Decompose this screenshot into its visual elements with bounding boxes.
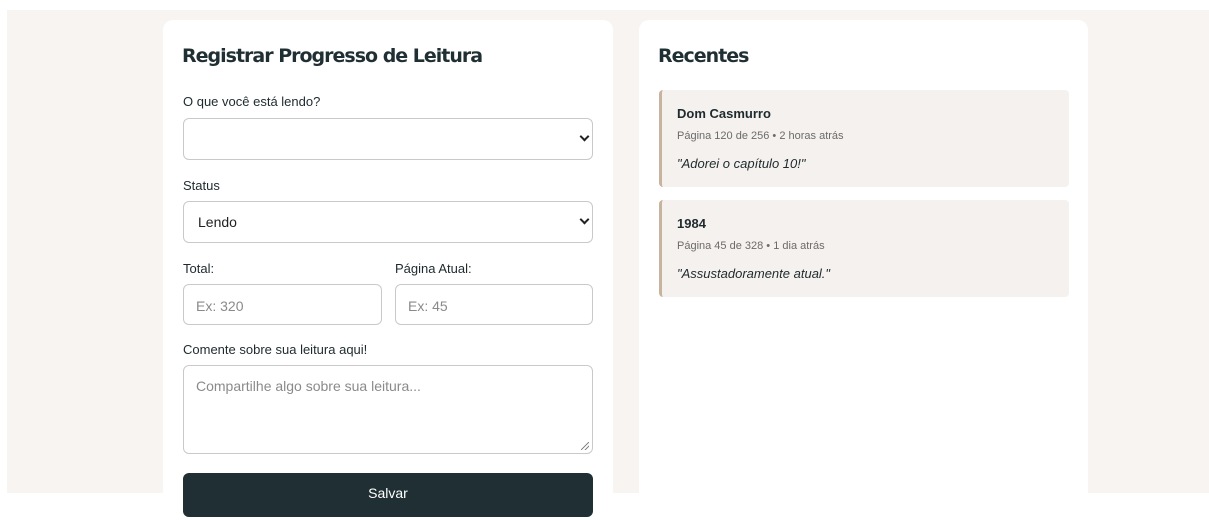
recent-item-meta: Página 120 de 256 • 2 horas atrás <box>677 130 844 142</box>
resize-handle-icon[interactable] <box>581 442 589 450</box>
total-pages-placeholder: Ex: 320 <box>196 298 244 314</box>
total-pages-input[interactable]: Ex: 320 <box>183 284 382 325</box>
recent-item[interactable]: Dom Casmurro Página 120 de 256 • 2 horas… <box>659 90 1069 187</box>
form-heading: Registrar Progresso de Leitura <box>182 45 483 67</box>
recent-panel: Recentes Dom Casmurro Página 120 de 256 … <box>639 20 1088 520</box>
chevron-down-icon <box>579 214 590 225</box>
book-select[interactable] <box>183 118 593 160</box>
reading-progress-form: Registrar Progresso de Leitura O que voc… <box>163 20 613 520</box>
chevron-down-icon <box>579 131 590 142</box>
recent-item-title: 1984 <box>677 216 706 231</box>
save-button[interactable]: Salvar <box>183 473 593 517</box>
comment-placeholder: Compartilhe algo sobre sua leitura... <box>196 378 421 394</box>
recent-item-meta: Página 45 de 328 • 1 dia atrás <box>677 240 825 252</box>
recent-item[interactable]: 1984 Página 45 de 328 • 1 dia atrás "Ass… <box>659 200 1069 297</box>
recent-item-comment: "Adorei o capítulo 10!" <box>677 156 806 171</box>
status-label: Status <box>183 178 220 193</box>
total-label: Total: <box>183 261 215 276</box>
comment-textarea[interactable]: Compartilhe algo sobre sua leitura... <box>183 365 593 454</box>
current-page-input[interactable]: Ex: 45 <box>395 284 593 325</box>
current-page-label: Página Atual: <box>395 261 472 276</box>
recent-heading: Recentes <box>658 45 749 67</box>
recent-item-title: Dom Casmurro <box>677 106 771 121</box>
comment-label: Comente sobre sua leitura aqui! <box>183 342 368 357</box>
current-page-placeholder: Ex: 45 <box>408 298 448 314</box>
recent-item-comment: "Assustadoramente atual." <box>677 266 831 281</box>
status-select-value: Lendo <box>198 214 237 230</box>
book-label: O que você está lendo? <box>183 94 321 109</box>
status-select[interactable]: Lendo <box>183 201 593 243</box>
